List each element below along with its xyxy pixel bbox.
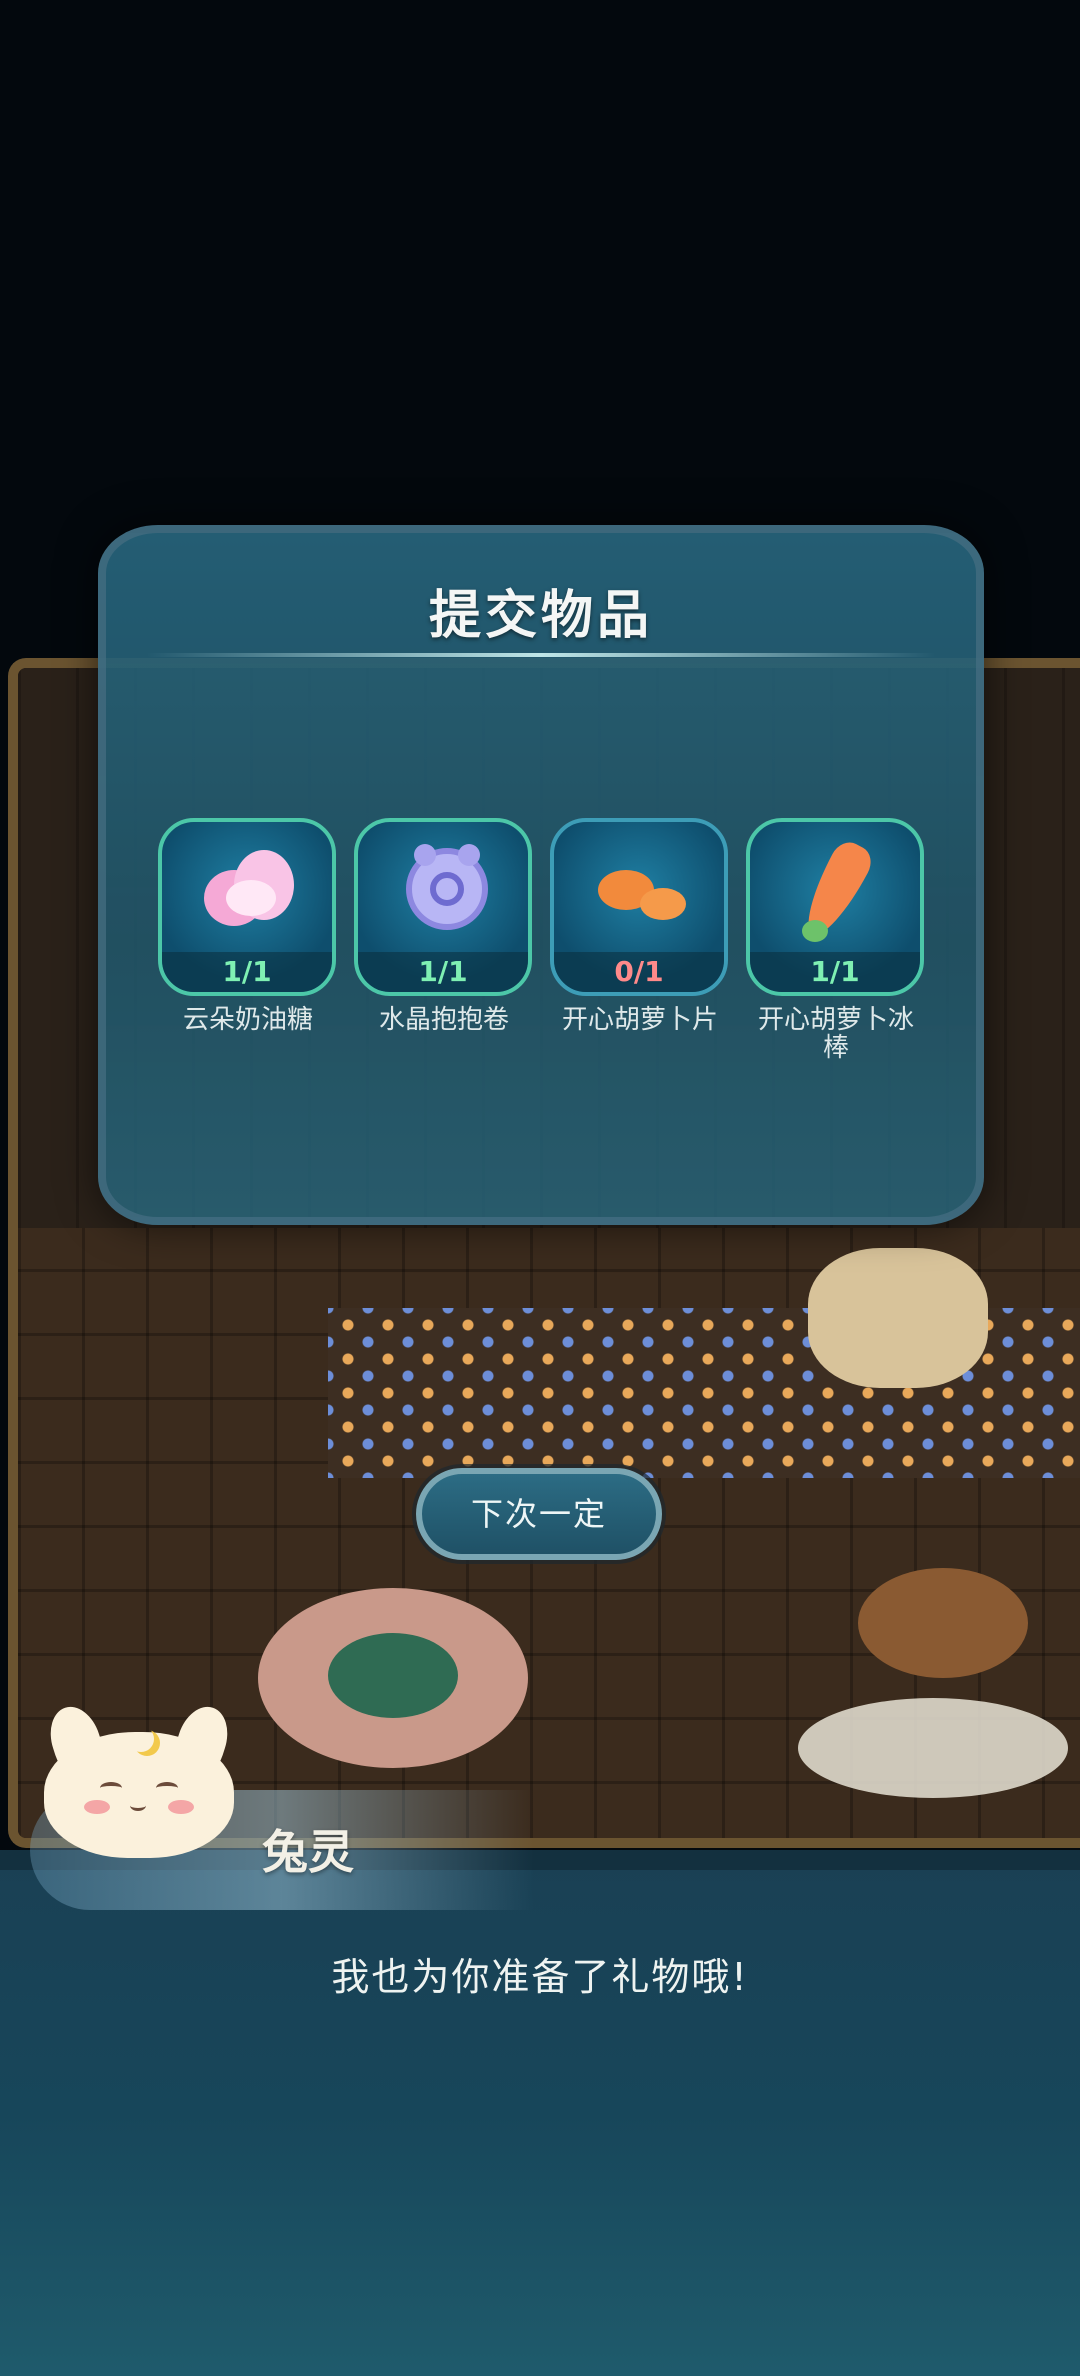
item-count: 1/1 <box>810 955 860 988</box>
item-slot[interactable]: 1/1 <box>354 818 532 996</box>
item-count: 1/1 <box>418 955 468 988</box>
item-name: 水晶抱抱卷 <box>378 1005 509 1035</box>
item-slot[interactable]: 1/1 <box>158 818 336 996</box>
round-table-decoration <box>858 1568 1028 1678</box>
item-list: 1/1 云朵奶油糖 1/1 水晶抱抱卷 0/1 开心胡萝卜片 1/1 开心胡萝卜… <box>158 818 938 1062</box>
item-name: 云朵奶油糖 <box>182 1005 313 1035</box>
dialog-panel[interactable] <box>0 1850 1080 2376</box>
cream-decoration <box>808 1248 988 1388</box>
item-cloud-candy[interactable]: 1/1 云朵奶油糖 <box>158 818 338 1034</box>
item-name: 开心胡萝卜片 <box>561 1005 718 1035</box>
cloud-candy-icon <box>204 850 296 928</box>
crystal-roll-icon <box>406 844 488 930</box>
next-time-button[interactable]: 下次一定 <box>416 1468 662 1560</box>
item-name: 开心胡萝卜冰棒 <box>757 1005 914 1063</box>
title-divider <box>146 653 936 657</box>
item-carrot-popsicle[interactable]: 1/1 开心胡萝卜冰棒 <box>746 818 926 1062</box>
item-slot[interactable]: 1/1 <box>746 818 924 996</box>
donut-pool-decoration <box>258 1588 528 1768</box>
item-count: 0/1 <box>614 955 664 988</box>
speaker-name: 兔灵 <box>262 1825 354 1879</box>
dialog-text: 我也为你准备了礼物哦! <box>331 1955 749 1999</box>
submit-items-modal: 提交物品 1/1 云朵奶油糖 1/1 水晶抱抱卷 0/1 开心胡萝卜片 1/1 … <box>98 525 984 1225</box>
item-slot[interactable]: 0/1 <box>550 818 728 996</box>
crescent-moon-icon <box>128 1726 154 1752</box>
cream-floor-decoration <box>798 1698 1068 1798</box>
modal-title: 提交物品 <box>428 586 653 646</box>
item-carrot-chips[interactable]: 0/1 开心胡萝卜片 <box>550 818 730 1034</box>
rabbit-spirit-avatar <box>42 1700 236 1860</box>
item-crystal-roll[interactable]: 1/1 水晶抱抱卷 <box>354 818 534 1034</box>
item-count: 1/1 <box>222 955 272 988</box>
